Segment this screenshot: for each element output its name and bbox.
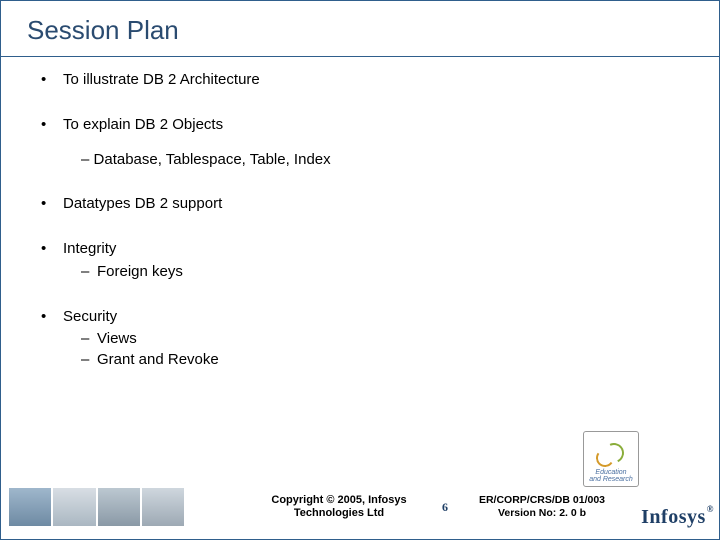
copyright: Copyright © 2005, Infosys Technologies L… — [254, 494, 424, 520]
footer-thumb — [142, 488, 184, 526]
slide-number: 6 — [442, 500, 448, 515]
infosys-logo: Infosys® — [641, 506, 713, 529]
footer-thumb — [53, 488, 95, 526]
bullet-list: Datatypes DB 2 support Integrity Foreign… — [41, 195, 679, 370]
bullet-item: Security Views Grant and Revoke — [41, 308, 679, 370]
sub-item: Database, Tablespace, Table, Index — [81, 151, 331, 168]
slide: Session Plan To illustrate DB 2 Architec… — [0, 0, 720, 540]
sub-item: Views — [81, 330, 679, 349]
logo-text: Infosys — [641, 506, 706, 528]
bullet-text: Security — [63, 308, 117, 325]
registered-mark: ® — [707, 504, 714, 514]
copyright-line-2: Technologies Ltd — [254, 507, 424, 520]
bullet-text: Datatypes DB 2 support — [63, 195, 222, 212]
slide-title: Session Plan — [1, 1, 719, 56]
sub-list: Views Grant and Revoke — [63, 330, 679, 370]
bullet-item: To illustrate DB 2 Architecture — [41, 71, 679, 90]
sub-list: Database, Tablespace, Table, Index — [41, 151, 679, 170]
badge-icon — [594, 439, 628, 469]
bullet-list: To illustrate DB 2 Architecture To expla… — [41, 71, 679, 135]
bullet-text: Integrity — [63, 240, 116, 257]
bullet-item: Datatypes DB 2 support — [41, 195, 679, 214]
footer-thumb — [98, 488, 140, 526]
bullet-text: To illustrate DB 2 Architecture — [63, 71, 260, 88]
sub-item: Foreign keys — [81, 263, 679, 282]
footer-image-strip — [9, 488, 184, 526]
copyright-line-1: Copyright © 2005, Infosys — [254, 494, 424, 507]
bullet-text: To explain DB 2 Objects — [63, 116, 223, 133]
footer: Copyright © 2005, Infosys Technologies L… — [1, 475, 719, 539]
slide-body: To illustrate DB 2 Architecture To expla… — [1, 57, 719, 370]
document-reference: ER/CORP/CRS/DB 01/003 Version No: 2. 0 b — [472, 494, 612, 520]
docref-line-1: ER/CORP/CRS/DB 01/003 — [472, 494, 612, 507]
bullet-item: To explain DB 2 Objects — [41, 116, 679, 135]
sub-list: Foreign keys — [63, 263, 679, 282]
bullet-item: Integrity Foreign keys — [41, 240, 679, 282]
sub-item: Grant and Revoke — [81, 351, 679, 370]
docref-line-2: Version No: 2. 0 b — [472, 507, 612, 520]
footer-thumb — [9, 488, 51, 526]
